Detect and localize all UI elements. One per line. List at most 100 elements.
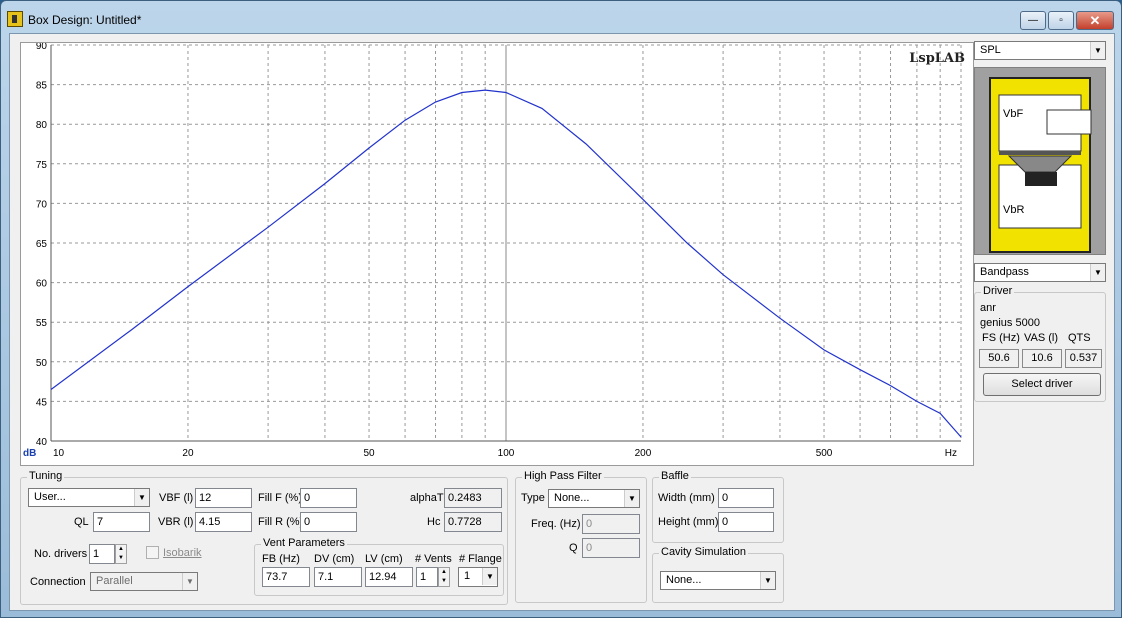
graph-type-value: SPL <box>980 44 1001 56</box>
window-title: Box Design: Untitled* <box>28 13 142 27</box>
flange-value: 1 <box>464 570 471 582</box>
hpf-q-input[interactable]: 0 <box>582 538 640 558</box>
baffle-group-title: Baffle <box>659 470 691 482</box>
alphat-value: 0.2483 <box>444 488 502 508</box>
tuning-preset-value: User... <box>34 491 66 503</box>
x-unit-label: Hz <box>945 448 957 459</box>
chevron-down-icon: ▼ <box>482 568 497 585</box>
fillr-input[interactable]: 0 <box>300 512 357 532</box>
driver-brand: anr <box>980 302 996 314</box>
box-type-select[interactable]: Bandpass ▼ <box>974 263 1106 282</box>
x-tick-label: 200 <box>635 448 652 459</box>
chevron-down-icon: ▼ <box>760 572 775 589</box>
title-bar: Box Design: Untitled* — ▫ ✕ <box>1 1 1121 35</box>
hc-label: Hc <box>427 516 441 528</box>
chevron-down-icon: ▼ <box>182 573 197 590</box>
fs-value: 50.6 <box>979 349 1019 368</box>
vbr-input[interactable]: 4.15 <box>195 512 252 532</box>
tuning-group-title: Tuning <box>27 470 65 482</box>
x-tick-label: 10 <box>53 448 65 459</box>
spl-chart: 90 85 80 75 70 65 60 55 50 45 40 10 20 50 100 200 500 dB H… <box>23 43 962 459</box>
vbf-diagram-label: VbF <box>1003 108 1024 120</box>
baffle-height-label: Height (mm) <box>658 516 719 528</box>
driver-model: genius 5000 <box>980 317 1040 329</box>
hpf-freq-input[interactable]: 0 <box>582 514 640 534</box>
isobarik-checkbox[interactable] <box>146 546 159 559</box>
cavity-simulation-value: None... <box>666 574 702 586</box>
hpf-type-value: None... <box>554 492 590 504</box>
hpf-freq-label: Freq. (Hz) <box>531 518 581 530</box>
baffle-width-label: Width (mm) <box>658 492 715 504</box>
x-tick-label: 100 <box>498 448 515 459</box>
isobarik-label: Isobarik <box>163 547 202 559</box>
client-area: 90 85 80 75 70 65 60 55 50 45 40 10 20 50 100 200 500 dB H… <box>9 33 1115 611</box>
y-tick-label: 70 <box>36 199 48 210</box>
vents-header: # Vents <box>415 553 452 565</box>
ql-label: QL <box>74 516 89 528</box>
no-drivers-input[interactable]: 1 <box>89 544 115 564</box>
fillr-label: Fill R (%) <box>258 516 304 528</box>
dv-input[interactable]: 7.1 <box>314 567 362 587</box>
connection-select[interactable]: Parallel ▼ <box>90 572 198 591</box>
flange-select[interactable]: 1 ▼ <box>458 567 498 587</box>
baffle-width-input[interactable]: 0 <box>718 488 774 508</box>
vbr-label: VBR (l) <box>158 516 194 528</box>
hpf-q-label: Q <box>569 542 578 554</box>
x-tick-label: 50 <box>363 448 375 459</box>
y-tick-label: 40 <box>36 437 48 448</box>
y-tick-label: 65 <box>36 239 48 250</box>
y-tick-label: 90 <box>36 43 48 52</box>
graph-type-select[interactable]: SPL ▼ <box>974 41 1106 60</box>
lsplab-watermark: LspLAB <box>909 51 965 66</box>
box-diagram: VbF VbR <box>974 67 1106 255</box>
cavity-simulation-select[interactable]: None... ▼ <box>660 571 776 590</box>
y-tick-label: 50 <box>36 358 48 369</box>
vas-value: 10.6 <box>1022 349 1062 368</box>
minimize-button[interactable]: — <box>1020 11 1046 30</box>
app-window: Box Design: Untitled* — ▫ ✕ 90 85 80 75 70 65… <box>0 0 1122 618</box>
chevron-down-icon: ▼ <box>134 489 149 506</box>
no-drivers-label: No. drivers <box>34 548 88 560</box>
vents-input[interactable]: 1 <box>416 567 438 587</box>
y-tick-label: 55 <box>36 318 48 329</box>
flange-header: # Flange <box>459 553 502 565</box>
fb-input[interactable]: 73.7 <box>262 567 310 587</box>
y-tick-label: 45 <box>36 397 48 408</box>
select-driver-button[interactable]: Select driver <box>983 373 1101 396</box>
alphat-label: alphaT <box>410 492 444 504</box>
y-unit-label: dB <box>23 448 36 459</box>
speaker-app-icon <box>7 11 23 27</box>
qts-value: 0.537 <box>1065 349 1102 368</box>
fillf-input[interactable]: 0 <box>300 488 357 508</box>
qts-header: QTS <box>1068 332 1091 344</box>
fillf-label: Fill F (%) <box>258 492 302 504</box>
connection-value: Parallel <box>96 575 133 587</box>
hpf-group-title: High Pass Filter <box>522 470 604 482</box>
y-tick-label: 85 <box>36 81 48 92</box>
maximize-button[interactable]: ▫ <box>1048 11 1074 30</box>
fs-header: FS (Hz) <box>982 332 1020 344</box>
vents-spinner[interactable]: ▲ ▼ <box>438 567 450 587</box>
y-tick-label: 75 <box>36 160 48 171</box>
vent-group-title: Vent Parameters <box>261 537 347 549</box>
no-drivers-spinner[interactable]: ▲ ▼ <box>115 544 127 564</box>
x-tick-label: 500 <box>816 448 833 459</box>
close-button[interactable]: ✕ <box>1076 11 1114 30</box>
ql-input[interactable]: 7 <box>93 512 150 532</box>
tuning-preset-select[interactable]: User... ▼ <box>28 488 150 507</box>
lv-input[interactable]: 12.94 <box>365 567 413 587</box>
hpf-type-label: Type <box>521 492 545 504</box>
hc-value: 0.7728 <box>444 512 502 532</box>
vas-header: VAS (l) <box>1024 332 1059 344</box>
y-tick-label: 80 <box>36 120 48 131</box>
cavity-group-title: Cavity Simulation <box>659 546 748 558</box>
connection-label: Connection <box>30 576 86 588</box>
baffle-height-input[interactable]: 0 <box>718 512 774 532</box>
driver-group-title: Driver <box>981 285 1015 297</box>
chevron-down-icon: ▼ <box>1090 264 1105 281</box>
vbf-label: VBF (l) <box>159 492 194 504</box>
vbf-input[interactable]: 12 <box>195 488 252 508</box>
baffle-group: Baffle <box>652 470 784 543</box>
box-type-value: Bandpass <box>980 266 1029 278</box>
hpf-type-select[interactable]: None... ▼ <box>548 489 640 508</box>
